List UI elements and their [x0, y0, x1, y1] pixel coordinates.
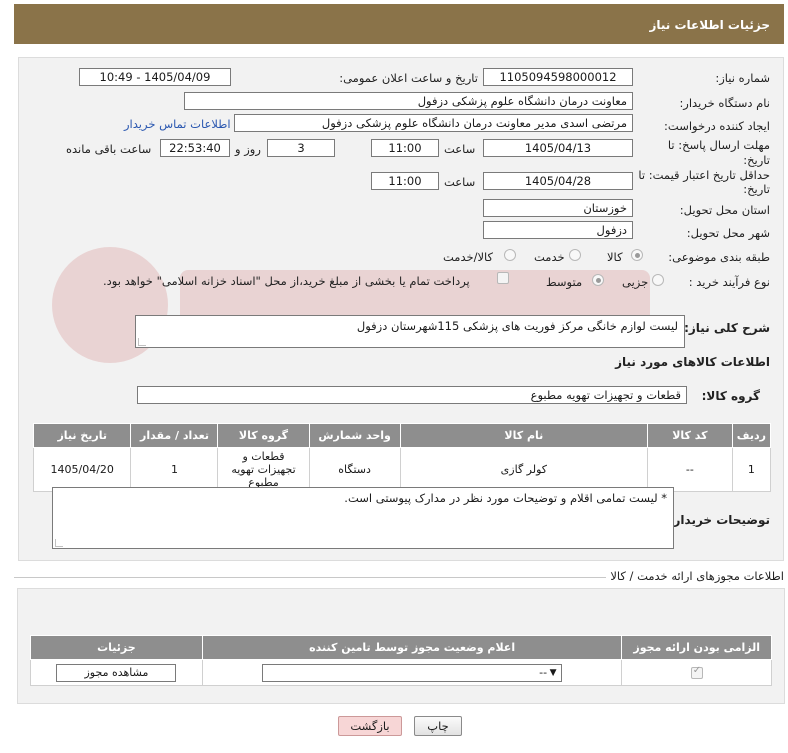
- validity-time-label: ساعت: [444, 175, 476, 189]
- col-code: کد کالا: [647, 423, 733, 448]
- process-minor-radio[interactable]: [652, 274, 664, 286]
- remaining-time-label: ساعت باقی مانده: [66, 142, 152, 156]
- cell-unit: دستگاه: [308, 447, 401, 492]
- category-both-radio[interactable]: [504, 249, 516, 261]
- days-field: 3: [267, 139, 335, 157]
- announce-label: تاریخ و ساعت اعلان عمومی:: [339, 71, 478, 85]
- print-button[interactable]: چاپ: [414, 716, 462, 736]
- process-medium-radio[interactable]: [592, 274, 604, 286]
- view-permit-button[interactable]: مشاهده مجوز: [56, 663, 177, 682]
- creator-label: ایجاد کننده درخواست:: [664, 119, 770, 133]
- description-label: شرح کلی نیاز:: [684, 321, 770, 335]
- city-field: دزفول: [483, 221, 633, 239]
- cell-group: قطعات و تجهیزات تهویه مطبوع: [217, 447, 310, 492]
- table-row: 1 -- کولر گازی دستگاه قطعات و تجهیزات ته…: [32, 447, 772, 492]
- goods-group-field: قطعات و تجهیزات تهویه مطبوع: [137, 386, 687, 404]
- permits-divider: [14, 577, 606, 578]
- reply-date-field: 1405/04/13: [483, 139, 633, 157]
- back-button[interactable]: بازگشت: [338, 716, 402, 736]
- process-medium-label: متوسط: [546, 275, 583, 289]
- col-permit-status: اعلام وضعیت مجوز توسط تامین کننده: [201, 635, 623, 660]
- reply-time-field: 11:00: [371, 139, 439, 157]
- permits-section-title: اطلاعات مجوزهای ارائه خدمت / کالا: [610, 569, 784, 583]
- description-field: لیست لوازم خانگی مرکز فوریت های پزشکی 11…: [135, 315, 685, 348]
- remaining-time-field: 22:53:40: [160, 139, 230, 157]
- buyer-notes-text: * لیست تمامی اقلام و توضیحات مورد نظر در…: [344, 491, 667, 505]
- category-both-label: کالا/خدمت: [443, 250, 494, 264]
- category-service-radio[interactable]: [569, 249, 581, 261]
- treasury-payment-checkbox[interactable]: [497, 272, 509, 284]
- cell-name: کولر گازی: [399, 447, 649, 492]
- col-row: ردیف: [731, 423, 772, 448]
- permit-required-checkbox[interactable]: ✓: [690, 665, 703, 679]
- buyer-notes-label: توضیحات خریدار:: [668, 513, 770, 527]
- category-label: طبقه بندی موضوعی:: [668, 250, 770, 264]
- goods-table-header: ردیف کد کالا نام کالا واحد شمارش گروه کا…: [32, 423, 772, 448]
- buyer-contact-link[interactable]: اطلاعات تماس خریدار: [124, 117, 231, 131]
- reply-time-label: ساعت: [444, 142, 476, 156]
- category-goods-label: کالا: [607, 250, 623, 264]
- goods-group-label: گروه کالا:: [701, 389, 760, 403]
- description-text: لیست لوازم خانگی مرکز فوریت های پزشکی 11…: [356, 319, 678, 333]
- process-label: نوع فرآیند خرید :: [688, 275, 770, 289]
- buyer-notes-field: * لیست تمامی اقلام و توضیحات مورد نظر در…: [52, 487, 674, 549]
- page-header: جزئیات اطلاعات نیاز: [14, 4, 784, 44]
- cell-code: --: [647, 447, 733, 492]
- check-icon: ✓: [692, 665, 702, 676]
- permit-status-select[interactable]: ▼ --: [262, 663, 563, 682]
- col-qty: تعداد / مقدار: [130, 423, 219, 448]
- col-name: نام کالا: [399, 423, 649, 448]
- cell-permit-required: ✓: [621, 659, 772, 686]
- table-row: ✓ ▼ -- مشاهده مجوز: [30, 659, 772, 686]
- goods-table: ردیف کد کالا نام کالا واحد شمارش گروه کا…: [32, 423, 772, 492]
- col-permit-details: جزئیات: [30, 635, 203, 660]
- reply-deadline-label: مهلت ارسال پاسخ: تا تاریخ:: [667, 138, 770, 167]
- chevron-down-icon: ▼: [549, 667, 557, 678]
- treasury-payment-note: پرداخت تمام یا بخشی از مبلغ خرید،از محل …: [103, 274, 470, 288]
- resize-grip-icon[interactable]: [55, 539, 63, 547]
- category-service-label: خدمت: [534, 250, 565, 264]
- permits-table: الزامی بودن ارائه مجوز اعلام وضعیت مجوز …: [30, 635, 772, 686]
- category-goods-radio[interactable]: [631, 249, 643, 261]
- need-number-label: شماره نیاز:: [715, 71, 770, 85]
- buyer-org-label: نام دستگاه خریدار:: [679, 96, 770, 110]
- need-number-field: 1105094598000012: [483, 68, 633, 86]
- cell-qty: 1: [130, 447, 219, 492]
- validity-date-field: 1405/04/28: [483, 172, 633, 190]
- col-need-date: تاریخ نیاز: [32, 423, 132, 448]
- buyer-org-field: معاونت درمان دانشگاه علوم پزشکی دزفول: [184, 92, 633, 110]
- col-group: گروه کالا: [217, 423, 310, 448]
- cell-permit-details: مشاهده مجوز: [30, 659, 203, 686]
- cell-permit-status: ▼ --: [201, 659, 623, 686]
- validity-time-field: 11:00: [371, 172, 439, 190]
- page-title: جزئیات اطلاعات نیاز: [649, 18, 770, 32]
- city-label: شهر محل تحویل:: [686, 226, 770, 240]
- col-unit: واحد شمارش: [308, 423, 401, 448]
- process-minor-label: جزیی: [622, 275, 649, 289]
- province-field: خوزستان: [483, 199, 633, 217]
- cell-row: 1: [731, 447, 772, 492]
- goods-section-title: اطلاعات کالاهای مورد نیاز: [615, 355, 770, 369]
- resize-grip-icon[interactable]: [138, 338, 146, 346]
- creator-field: مرتضی اسدی مدیر معاونت درمان دانشگاه علو…: [234, 114, 633, 132]
- announce-field: 1405/04/09 - 10:49: [79, 68, 231, 86]
- cell-need-date: 1405/04/20: [32, 447, 132, 492]
- validity-label: حداقل تاریخ اعتبار قیمت: تا تاریخ:: [638, 168, 770, 196]
- permits-table-header: الزامی بودن ارائه مجوز اعلام وضعیت مجوز …: [30, 635, 772, 660]
- days-label: روز و: [235, 142, 261, 156]
- col-permit-required: الزامی بودن ارائه مجوز: [621, 635, 772, 660]
- province-label: استان محل تحویل:: [679, 203, 770, 217]
